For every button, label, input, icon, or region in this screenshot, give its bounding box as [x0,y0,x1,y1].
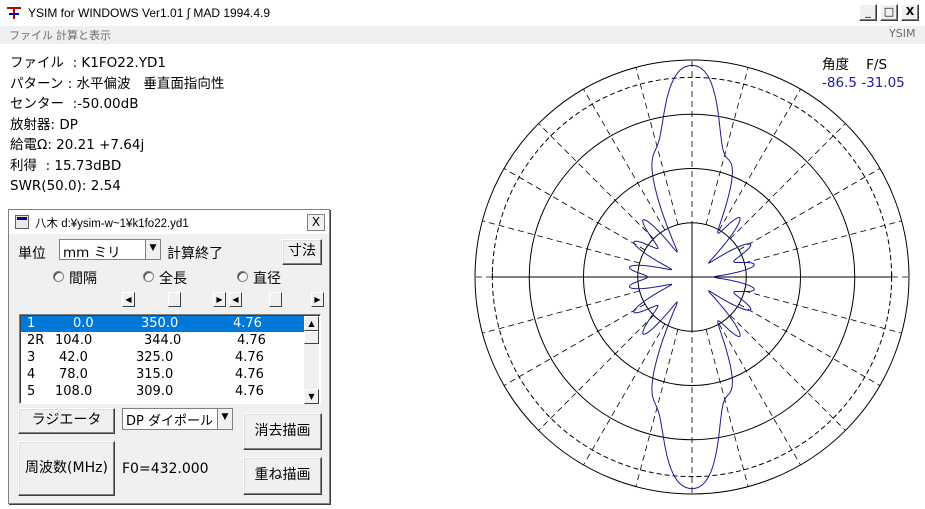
title-bar: YSIM for WINDOWS Ver1.01 ∫ MAD 1994.4.9 … [0,0,925,26]
dialog-close-button[interactable]: X [307,214,325,231]
size-slider[interactable]: ◀ ▶ [229,292,324,307]
element-list[interactable]: 1 0.0 350.0 4.76 2R 104.0 344.0 4.76 3 4… [19,314,321,404]
dialog-icon [15,215,29,229]
erase-draw-button[interactable]: 消去描画 [243,413,322,450]
element-id: 4 [27,367,36,382]
grid-spoke [482,220,640,264]
calc-status: 計算終了 [167,246,223,262]
element-diameter: 4.76 [233,316,262,331]
info-radiator: 放射器: DP [10,116,78,133]
info-swr: SWR(50.0): 2.54 [10,178,121,194]
slider-thumb[interactable] [168,292,181,307]
radiator-type-select[interactable]: DP ダイポール ▼ [122,408,233,430]
unit-value: mm ミリ [63,245,121,261]
list-item[interactable]: 4 78.0 315.0 4.76 [21,367,305,383]
element-length: 350.0 [141,316,179,331]
radio-length[interactable] [143,271,154,282]
element-id: 2R [27,333,45,348]
chevron-right-icon[interactable]: ▶ [213,292,226,307]
element-position: 108.0 [55,384,93,399]
grid-spoke [730,315,846,431]
radio-diameter[interactable] [237,271,248,282]
element-id: 1 [27,316,36,331]
yagi-dialog: 八木 d:¥ysim-w~1¥k1fo22.yd1 X 単位 mm ミリ ▼ 計… [8,209,330,504]
element-diameter: 4.76 [235,384,264,399]
maximize-button[interactable]: □ [880,4,898,21]
element-diameter: 4.76 [235,367,264,382]
close-button[interactable]: X [901,4,919,21]
element-position: 104.0 [55,333,93,348]
element-diameter: 4.76 [235,350,264,365]
grid-spoke [538,123,654,239]
info-pattern: パターン : 水平偏波 垂直面指向性 [10,75,225,92]
element-length: 315.0 [136,367,174,382]
menu-file[interactable]: ファイル [9,27,53,43]
element-position: 0.0 [73,316,94,331]
chevron-right-icon[interactable]: ▶ [311,292,324,307]
radiator-type-value: DP ダイポール [126,414,213,429]
menu-calc-display[interactable]: 計算と表示 [56,27,111,43]
chevron-down-icon[interactable]: ▼ [304,389,319,404]
app-icon [6,5,22,21]
element-length: 309.0 [136,384,174,399]
element-length: 344.0 [144,333,182,348]
list-item[interactable]: 3 42.0 325.0 4.76 [21,350,305,366]
list-item[interactable]: 2R 104.0 344.0 4.76 [21,333,305,349]
chevron-up-icon[interactable]: ▲ [304,316,319,331]
dimensions-button[interactable]: 寸法 [282,239,322,265]
grid-spoke [730,123,846,239]
info-file: ファイル : K1FO22.YD1 [10,55,166,71]
radio-length-label: 全長 [159,271,187,287]
radio-spacing[interactable] [53,271,64,282]
grid-spoke [538,315,654,431]
chevron-left-icon[interactable]: ◀ [229,292,242,307]
menu-bar: ファイル 計算と表示 YSIM [0,26,925,44]
grid-spoke [744,290,902,334]
list-scrollbar[interactable]: ▲ ▼ [304,316,319,404]
chevron-down-icon[interactable]: ▼ [145,240,160,259]
scrollbar-thumb[interactable] [304,331,319,344]
info-gain: 利得 : 15.73dBD [10,157,122,174]
grid-spoke [744,220,902,264]
info-center: センター :-50.00dB [10,96,139,112]
minimize-button[interactable]: _ [859,4,877,21]
f0-value: F0=432.000 [122,461,209,477]
radiator-button[interactable]: ラジエータ [18,408,115,434]
window-title: YSIM for WINDOWS Ver1.01 ∫ MAD 1994.4.9 [28,6,271,20]
dialog-title-bar: 八木 d:¥ysim-w~1¥k1fo22.yd1 X [9,210,329,234]
list-item[interactable]: 1 0.0 350.0 4.76 [21,316,305,332]
radio-spacing-label: 間隔 [69,271,97,287]
frequency-button[interactable]: 周波数(MHz) [18,441,115,496]
unit-label: 単位 [18,246,46,262]
list-item[interactable]: 5 108.0 309.0 4.76 [21,384,305,400]
chevron-down-icon[interactable]: ▼ [217,409,232,429]
element-diameter: 4.76 [237,333,266,348]
element-position: 78.0 [59,367,88,382]
antenna-info: ファイル : K1FO22.YD1 パターン : 水平偏波 垂直面指向性 センター … [10,53,224,197]
grid-spoke [482,290,640,334]
dialog-title: 八木 d:¥ysim-w~1¥k1fo22.yd1 [35,218,189,230]
menu-ysim[interactable]: YSIM [889,27,915,40]
element-position: 42.0 [59,350,88,365]
overlay-draw-button[interactable]: 重ね描画 [243,457,322,495]
chevron-left-icon[interactable]: ◀ [122,292,135,307]
unit-select[interactable]: mm ミリ ▼ [59,239,161,261]
element-id: 5 [27,384,36,399]
element-length: 325.0 [136,350,174,365]
radio-diameter-label: 直径 [253,271,281,287]
polar-pattern-chart [474,59,910,495]
slider-thumb[interactable] [269,292,282,307]
position-slider[interactable]: ◀ ▶ [122,292,226,307]
info-feed-impedance: 給電Ω: 20.21 +7.64j [10,137,145,153]
element-id: 3 [27,350,36,365]
